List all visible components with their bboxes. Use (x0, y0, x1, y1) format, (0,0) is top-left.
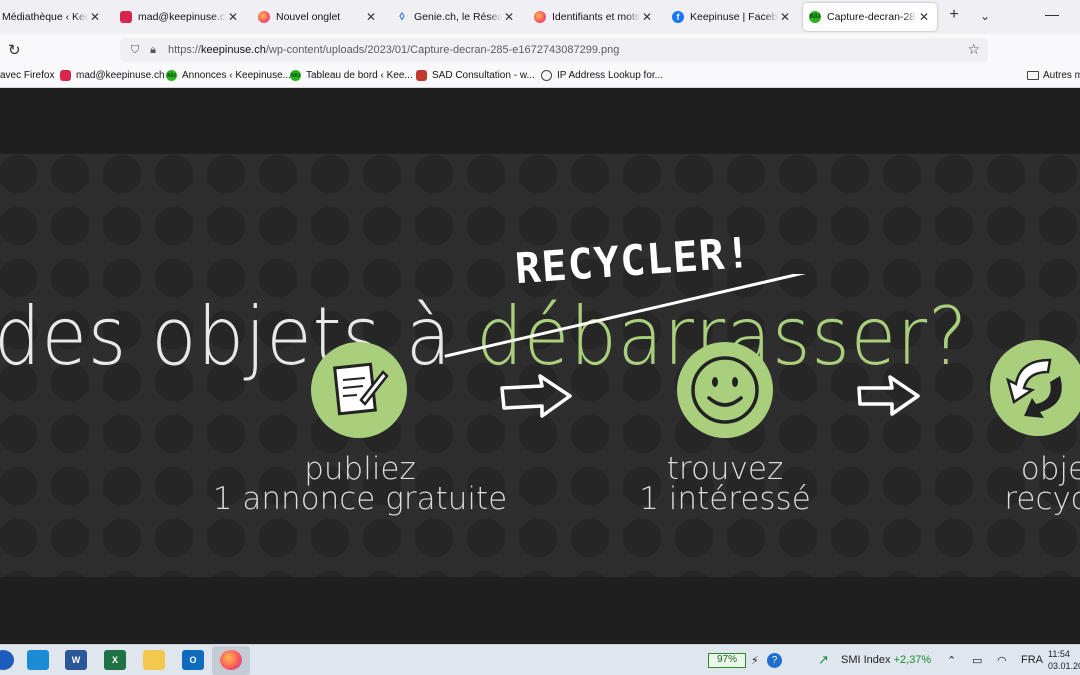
kiu-icon: KIU (290, 70, 301, 81)
wifi-icon[interactable]: ◠ (997, 654, 1007, 667)
mail-icon (120, 11, 132, 23)
bookmark-other-folder[interactable]: Autres ma (1027, 70, 1080, 81)
image-viewer: des objets à débarrasser? RECYCLER! publ… (0, 88, 1080, 644)
step-1-line2: 1 annonce gratuite (212, 481, 508, 517)
navigation-bar: ↻ ⛉ 🔒︎ https://keepinuse.ch/wp-content/u… (0, 34, 1080, 66)
tab-mail[interactable]: mad@keepinuse.ch ✕ (114, 3, 246, 31)
tab-identifiants[interactable]: Identifiants et mots de ✕ (528, 3, 660, 31)
bookmark-label: SAD Consultation - w... (432, 70, 535, 81)
tab-label: mad@keepinuse.ch (138, 11, 226, 23)
shield-icon[interactable]: ⛉ (126, 44, 144, 57)
bookmark-label: Annonces ‹ Keepinuse... (182, 70, 291, 81)
bookmark-ip-lookup[interactable]: IP Address Lookup for... (541, 70, 663, 81)
url-path: /wp-content/uploads/2023/01/Capture-decr… (265, 44, 620, 56)
firefox-icon (258, 11, 270, 23)
tab-strip: Médiathèque ‹ Keepinuse ✕ mad@keepinuse.… (0, 0, 1080, 34)
bookmark-star-icon[interactable]: ☆ (967, 41, 980, 58)
close-icon[interactable]: ✕ (640, 10, 654, 24)
smi-index-widget[interactable]: SMI Index +2,37% (841, 654, 931, 666)
notepad-icon (311, 342, 407, 438)
step-2-line2: 1 intéressé (639, 481, 811, 517)
arrow-right-icon (857, 375, 920, 416)
tab-label: Genie.ch, le Réseau de (414, 11, 502, 23)
tab-new[interactable]: Nouvel onglet ✕ (252, 3, 384, 31)
close-icon[interactable]: ✕ (917, 10, 931, 24)
genie-icon: ◊ (399, 11, 405, 23)
display-icon[interactable]: ▭ (972, 654, 982, 667)
tab-label: Identifiants et mots de (552, 11, 640, 23)
step-2-text: trouvez 1 intéressé (600, 451, 850, 517)
bookmarks-toolbar: avec Firefox mad@keepinuse.ch KIU Annonc… (0, 66, 1080, 88)
tab-mediatheque[interactable]: Médiathèque ‹ Keepinuse ✕ (0, 3, 108, 31)
recycle-banner-image: des objets à débarrasser? RECYCLER! publ… (0, 154, 1080, 577)
firefox-icon[interactable] (220, 650, 242, 670)
smi-label: SMI Index (841, 654, 891, 666)
arrow-right-icon (500, 374, 572, 418)
bookmark-label: Autres ma (1043, 70, 1080, 81)
word-icon[interactable]: W (65, 650, 87, 670)
firefox-icon (534, 11, 546, 23)
battery-indicator[interactable]: 97% (708, 653, 746, 668)
network-app-icon[interactable] (27, 650, 49, 670)
close-icon[interactable]: ✕ (364, 10, 378, 24)
recycle-arrows-icon (990, 340, 1080, 436)
reload-icon[interactable]: ↻ (8, 41, 21, 59)
step-3-text: objet recyclé (960, 451, 1080, 517)
system-clock[interactable]: 11:54 03.01.20 (1048, 648, 1080, 672)
smiley-icon (677, 342, 773, 438)
clock-time: 11:54 (1048, 649, 1070, 659)
tab-label: Nouvel onglet (276, 11, 341, 23)
step-1-text: publiez 1 annonce gratuite (210, 451, 510, 517)
tab-capture-active[interactable]: KIU Capture-decran-285-e ✕ (803, 3, 937, 31)
new-tab-button[interactable]: + (943, 6, 965, 24)
mail-icon (60, 70, 71, 81)
bookmark-label: avec Firefox (0, 70, 55, 81)
close-icon[interactable]: ✕ (778, 10, 792, 24)
tab-facebook[interactable]: f Keepinuse | Facebook ✕ (666, 3, 798, 31)
chevron-up-icon[interactable]: ⌃ (947, 654, 956, 667)
url-host: keepinuse.ch (201, 44, 266, 56)
facebook-icon: f (672, 11, 684, 23)
file-explorer-icon[interactable] (143, 650, 165, 670)
tab-label: Médiathèque ‹ Keepinuse (2, 11, 88, 23)
kiu-icon: KIU (809, 11, 821, 23)
step-2-line1: trouvez (666, 451, 784, 487)
language-indicator[interactable]: FRA (1021, 654, 1043, 666)
tab-label: Keepinuse | Facebook (690, 11, 778, 23)
sad-icon (416, 70, 427, 81)
bookmark-label: mad@keepinuse.ch (76, 70, 165, 81)
bookmark-mail[interactable]: mad@keepinuse.ch (60, 70, 165, 81)
bookmark-label: Tableau de bord ‹ Kee... (306, 70, 413, 81)
chevron-down-icon[interactable]: ⌄ (974, 9, 996, 23)
start-icon[interactable] (0, 650, 14, 670)
lock-icon[interactable]: 🔒︎ (144, 44, 162, 57)
globe-icon (541, 70, 552, 81)
tab-genie[interactable]: ◊ Genie.ch, le Réseau de ✕ (390, 3, 522, 31)
step-3-line2: recyclé (1004, 481, 1080, 517)
close-icon[interactable]: ✕ (502, 10, 516, 24)
windows-taskbar: W X O 97% ⚡︎ ? ↗ SMI Index +2,37% ⌃ ▭ ◠ … (0, 644, 1080, 675)
close-icon[interactable]: ✕ (88, 10, 102, 24)
bookmark-annonces[interactable]: KIU Annonces ‹ Keepinuse... (166, 70, 291, 81)
kiu-icon: KIU (166, 70, 177, 81)
step-1-line1: publiez (304, 451, 416, 487)
chart-up-icon: ↗ (818, 652, 829, 667)
bookmark-label: IP Address Lookup for... (557, 70, 663, 81)
help-icon[interactable]: ? (767, 653, 782, 668)
minimize-icon[interactable]: — (1045, 6, 1059, 22)
bookmark-sad[interactable]: SAD Consultation - w... (416, 70, 535, 81)
url-prefix: https:// (168, 44, 202, 56)
close-icon[interactable]: ✕ (226, 10, 240, 24)
bookmark-firefox[interactable]: avec Firefox (0, 70, 54, 81)
address-bar[interactable]: ⛉ 🔒︎ https://keepinuse.ch/wp-content/upl… (120, 38, 988, 62)
smi-value: +2,37% (893, 654, 932, 666)
folder-icon (1027, 71, 1039, 80)
outlook-icon[interactable]: O (182, 650, 204, 670)
step-3-line1: objet (1020, 451, 1080, 487)
excel-icon[interactable]: X (104, 650, 126, 670)
plug-icon: ⚡︎ (751, 655, 759, 667)
tab-label: Capture-decran-285-e (827, 11, 917, 23)
bookmark-tableau[interactable]: KIU Tableau de bord ‹ Kee... (290, 70, 413, 81)
clock-date: 03.01.20 (1048, 661, 1080, 671)
